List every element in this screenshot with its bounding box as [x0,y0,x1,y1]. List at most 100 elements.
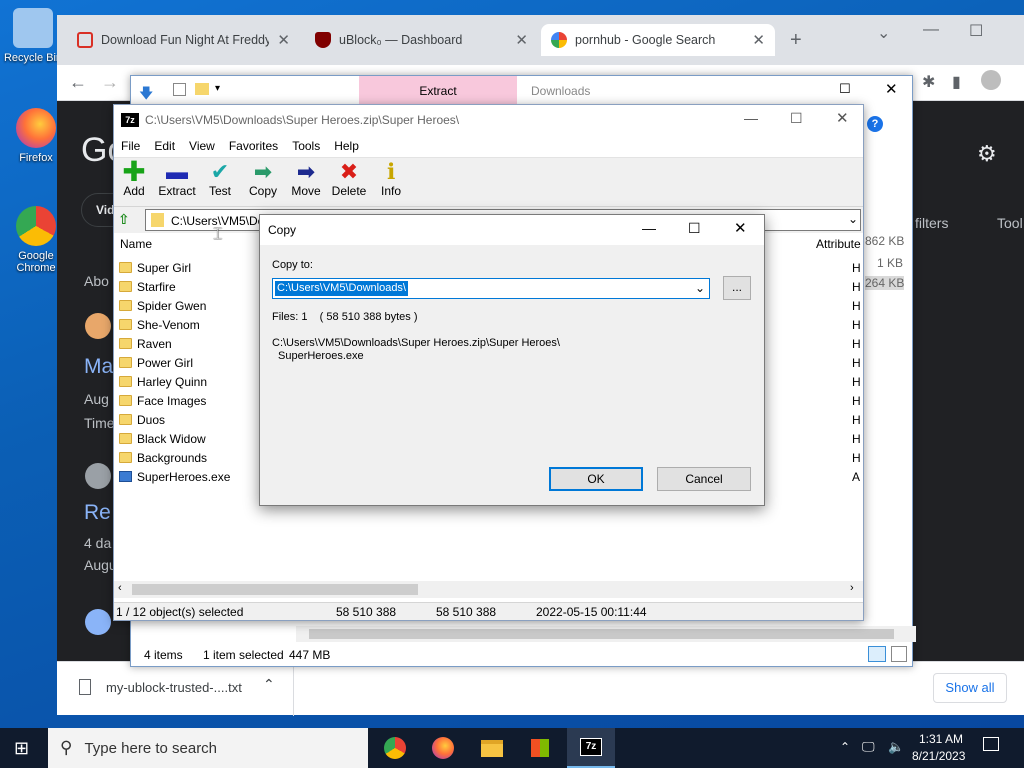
copy-to-path[interactable]: C:\Users\VM5\Downloads\ [275,281,408,296]
tab-extract[interactable]: Extract [359,76,517,106]
list-item[interactable]: She-Venom [119,315,200,334]
forward-icon[interactable]: → [101,72,119,93]
info-icon: ℹ [386,159,396,184]
result-title[interactable]: Re [84,501,111,525]
column-name[interactable]: Name [120,237,152,251]
scroll-right-icon[interactable]: › [850,582,854,594]
taskbar-7zip[interactable]: 7z [567,728,615,768]
list-item[interactable]: Backgrounds [119,448,207,467]
chevron-up-icon[interactable]: ⌃ [840,740,850,754]
status-size: 58 510 388 [336,604,397,619]
taskbar-firefox[interactable] [419,728,467,768]
tab-fnaf-download[interactable]: Download Fun Night At Freddy's ✕ [67,24,300,56]
menu-help[interactable]: Help [327,139,366,153]
menu-view[interactable]: View [182,139,222,153]
list-item[interactable]: Face Images [119,391,206,410]
extensions-icon[interactable]: ✱ [922,72,935,92]
add-button[interactable]: ✚ Add [112,156,156,199]
tab-google-search[interactable]: pornhub - Google Search ✕ [541,24,775,56]
help-icon[interactable]: ? [867,116,883,132]
close-icon[interactable]: ✕ [752,31,765,49]
notification-icon[interactable] [983,737,999,751]
tab-ublock-dashboard[interactable]: uBlock₀ — Dashboard ✕ [305,24,538,56]
list-item[interactable]: Duos [119,410,165,429]
close-icon[interactable]: ✕ [836,109,849,127]
list-item[interactable]: Starfire [119,277,176,296]
dropdown-icon[interactable]: ▾ [215,83,220,94]
file-attr: H [852,337,861,351]
desktop-icon-recycle-bin[interactable]: Recycle Bin [3,8,63,64]
taskbar-store[interactable] [516,728,564,768]
file-list-hscroll[interactable]: ‹ › [114,581,863,598]
volume-icon[interactable]: 🔈 [888,739,904,755]
info-button[interactable]: ℹ Info [369,159,413,199]
scroll-left-icon[interactable]: ‹ [118,582,122,594]
new-tab-button[interactable]: + [790,29,802,52]
copy-button[interactable]: ➡ Copy [241,160,285,199]
download-file-name[interactable]: my-ublock-trusted-....txt [106,680,242,695]
move-button[interactable]: ➡ Move [284,160,328,199]
minimize-icon[interactable]: — [923,21,939,39]
extract-button[interactable]: ▬ Extract [155,160,199,199]
taskbar-file-explorer[interactable] [468,728,516,768]
desktop-icon-label: Recycle Bin [3,52,63,64]
back-icon[interactable]: ← [69,72,87,93]
close-icon[interactable]: ✕ [515,31,528,49]
properties-icon[interactable] [173,83,186,96]
maximize-icon[interactable]: ☐ [969,21,983,41]
taskbar-search[interactable]: ⚲ Type here to search [48,728,368,768]
copy-label: Copy [248,184,277,198]
close-icon[interactable]: ✕ [885,80,898,98]
list-item[interactable]: Raven [119,334,172,353]
maximize-icon[interactable]: ☐ [839,81,851,97]
menu-tools[interactable]: Tools [285,139,327,153]
cancel-button[interactable]: Cancel [657,467,751,491]
network-icon[interactable]: 🖵 [862,739,875,755]
settings-gear-icon[interactable]: ⚙ [977,141,997,167]
details-view-icon[interactable] [868,646,886,662]
browse-button[interactable]: ... [723,276,751,300]
minimize-icon[interactable]: — [642,220,656,236]
taskbar-chrome[interactable] [371,728,419,768]
menu-favorites[interactable]: Favorites [222,139,285,153]
profile-avatar[interactable] [981,70,1001,90]
delete-button[interactable]: ✖ Delete [327,160,371,199]
chevron-down-icon[interactable]: ⌄ [848,212,858,226]
clock-date[interactable]: 8/21/2023 [912,749,965,763]
result-title[interactable]: Ma [84,355,113,379]
maximize-icon[interactable]: ☐ [790,110,803,127]
chevron-up-icon[interactable]: ⌃ [263,676,275,693]
windows-start-icon[interactable]: ⊞ [14,738,29,759]
tools-button[interactable]: Tool [997,215,1023,231]
sevenzip-menu-bar: File Edit View Favorites Tools Help [114,135,863,157]
filters-button[interactable]: filters [915,215,948,231]
copy-to-combobox[interactable]: C:\Users\VM5\Downloads\ ⌄ [272,278,710,299]
menu-file[interactable]: File [114,139,147,153]
folder-icon [119,300,132,311]
column-attributes[interactable]: Attribute [816,237,861,251]
add-plus-icon: ✚ [122,156,146,187]
side-panel-icon[interactable]: ▮ [952,72,961,92]
test-button[interactable]: ✔ Test [198,160,242,199]
clock-time[interactable]: 1:31 AM [918,732,964,746]
ok-button[interactable]: OK [549,467,643,491]
up-folder-icon[interactable]: ⇧ [118,211,130,228]
tab-search-icon[interactable]: ⌄ [877,23,890,43]
maximize-icon[interactable]: ☐ [688,220,701,237]
show-all-button[interactable]: Show all [933,673,1007,703]
list-item[interactable]: Power Girl [119,353,193,372]
list-item[interactable]: Super Girl [119,258,191,277]
menu-edit[interactable]: Edit [147,139,182,153]
minimize-icon[interactable]: — [744,110,758,126]
explorer-title: Downloads [531,84,591,98]
list-item[interactable]: Spider Gwen [119,296,206,315]
chevron-down-icon[interactable]: ⌄ [695,281,705,295]
scroll-thumb[interactable] [132,584,418,595]
tiles-view-icon[interactable] [891,646,907,662]
list-item[interactable]: Harley Quinn [119,372,207,391]
close-icon[interactable]: ✕ [277,31,290,49]
list-item-selected[interactable]: SuperHeroes.exe [119,467,230,486]
list-item[interactable]: Black Widow [119,429,206,448]
scroll-thumb[interactable] [309,629,894,639]
close-icon[interactable]: ✕ [734,219,747,237]
